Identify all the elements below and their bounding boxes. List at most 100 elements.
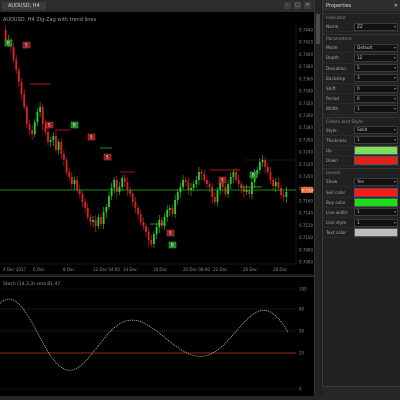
property-value-field[interactable]: 1 ▾ [354,208,398,217]
property-value-field[interactable]: ZZ ▾ [354,22,398,31]
candle-body [113,180,116,188]
chevron-down-icon[interactable]: ▾ [394,220,396,226]
oscillator-pane[interactable]: Stoch (14,3,3) sma 81.47 100 80 50 20 0 [0,276,314,397]
property-row: Buy color [323,197,400,208]
current-price-label: 0.7199 [302,188,314,193]
vertical-scrollbar[interactable] [314,0,321,400]
price-tick-label: 0.7080 [299,247,313,252]
price-tick-label: 0.7280 [299,125,313,130]
price-tick-label: 0.7100 [299,235,313,240]
color-swatch[interactable] [354,197,398,207]
panel-title: Properties [326,2,352,9]
price-tick-label: 0.7440 [299,28,313,33]
candle-body [155,227,158,234]
candle-body [237,180,240,184]
chevron-down-icon[interactable]: ▾ [394,75,396,81]
candle-body [171,208,174,214]
property-value-field[interactable]: Default ▾ [354,43,398,52]
property-value: Yes [357,178,364,184]
color-swatch[interactable] [354,156,398,166]
chevron-down-icon[interactable]: ▾ [394,127,396,133]
time-tick-label: 14 Dec [123,267,137,272]
property-value-field[interactable]: 1 ▾ [354,218,398,227]
candle-body [208,184,211,187]
candle-body [23,94,26,107]
time-tick-label: 8 Dec [63,267,75,272]
candle-body [15,60,18,70]
oscillator-level-label: 50 [299,329,305,334]
candle-body [187,182,190,190]
property-label: Sell color [326,189,346,195]
property-value-field[interactable]: 3 ▾ [354,74,398,83]
property-value-field[interactable]: 1 ▾ [354,136,398,145]
candle-body [153,234,155,244]
candle-body [31,130,34,134]
oscillator-canvas[interactable]: Stoch (14,3,3) sma 81.47 100 80 50 20 0 [0,277,314,397]
candle-body [258,162,261,170]
chevron-down-icon[interactable]: ▾ [394,137,396,143]
property-value-field[interactable]: 5 ▾ [354,64,398,73]
chevron-down-icon[interactable]: ▾ [394,179,396,185]
candle-body [47,132,49,142]
chart-tab[interactable]: AUDUSD, H4 [2,2,46,10]
candle-body [200,172,203,174]
candle-body [17,70,20,82]
chevron-down-icon[interactable]: ▾ [394,55,396,61]
property-row: Down [323,156,400,167]
property-value: 12 [357,54,363,60]
chevron-down-icon[interactable]: ▾ [394,106,396,112]
close-icon[interactable]: × [304,2,311,9]
time-tick-label: 4 Dec 2017 [3,267,26,272]
candle-body [147,232,150,240]
color-swatch[interactable] [354,187,398,197]
oscillator-level-label: 80 [299,307,305,312]
property-value-field[interactable]: Yes ▾ [354,177,398,186]
price-chart-canvas[interactable]: AUDUSD, H4 Zig-Zag with trend lines 0.74… [0,12,316,274]
candle-body [70,177,73,184]
property-value: 0 [357,95,360,101]
property-value-field[interactable]: 0 ▾ [354,94,398,103]
time-tick-label: 28 Dec [273,267,287,272]
candle-body [227,184,229,194]
property-value: 0 [357,85,360,91]
property-label: Width [326,106,339,112]
chevron-down-icon[interactable]: ▾ [394,209,396,215]
candle-body [282,195,285,197]
candle-body [240,184,243,188]
time-tick-label: 22 Dec [213,267,227,272]
property-value: ZZ [357,23,363,29]
candle-body [123,178,126,182]
property-value-field[interactable]: Solid ▾ [354,126,398,135]
buy-signal-label: B [73,123,76,128]
chevron-down-icon[interactable]: ▾ [394,96,396,102]
property-row: Name ZZ ▾ [323,22,400,33]
candle-body [269,172,272,180]
property-value-field[interactable]: 0 ▾ [354,84,398,93]
candle-body [110,188,113,196]
property-row: Backstep 3 ▾ [323,74,400,84]
candle-body [179,187,182,192]
price-tick-label: 0.7400 [299,52,313,57]
candle-body [198,172,200,180]
scroll-thumb[interactable] [316,14,320,44]
property-label: Up [326,147,332,153]
chevron-down-icon[interactable]: ▾ [394,45,396,51]
properties-panel: Properties ✕ Indicator Name ZZ ▾ Parameters M… [322,0,400,400]
minimize-icon[interactable]: – [284,2,291,9]
panel-close-icon[interactable]: ✕ [394,3,398,9]
maximize-icon[interactable]: □ [294,2,301,9]
property-value: 1 [357,137,360,143]
candle-body [266,167,269,172]
chevron-down-icon[interactable]: ▾ [394,65,396,71]
price-chart[interactable]: AUDUSD, H4 Zig-Zag with trend lines 0.74… [0,12,316,274]
chart-info-label: AUDUSD, H4 Zig-Zag with trend lines [3,17,97,23]
property-label: Buy color [326,199,346,205]
property-value-field[interactable]: 12 ▾ [354,53,398,62]
chevron-down-icon[interactable]: ▾ [394,86,396,92]
chevron-down-icon[interactable]: ▾ [394,24,396,30]
color-swatch[interactable] [354,228,398,238]
property-label: Show [326,179,338,185]
candle-body [94,220,97,226]
property-value-field[interactable]: 1 ▾ [354,104,398,113]
color-swatch[interactable] [354,145,398,155]
